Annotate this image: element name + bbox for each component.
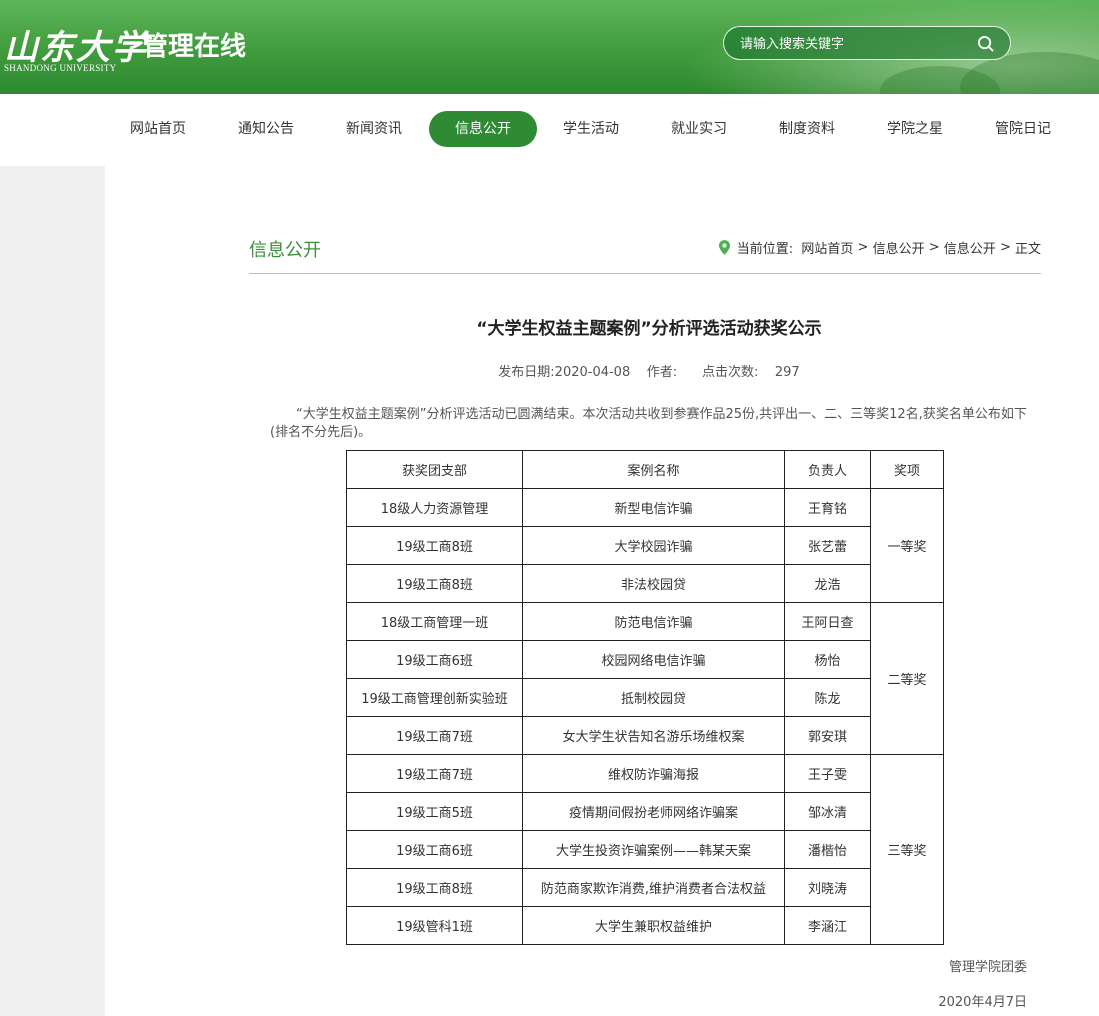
nav-item-employment[interactable]: 就业实习	[645, 111, 753, 147]
awards-table: 获奖团支部 案例名称 负责人 奖项 18级人力资源管理 新型电信诈骗 王育铭 一…	[346, 450, 944, 945]
breadcrumb-separator: >	[928, 240, 940, 255]
breadcrumb-home[interactable]: 网站首页	[801, 238, 853, 257]
table-cell-branch: 18级工商管理一班	[346, 602, 523, 641]
nav-item-diary[interactable]: 管院日记	[969, 111, 1077, 147]
table-row: 19级工商7班 女大学生状告知名游乐场维权案 郭安琪	[346, 716, 944, 755]
university-logo-english: SHANDONG UNIVERSITY	[4, 63, 117, 73]
author-label: 作者:	[646, 365, 678, 380]
breadcrumb-current: 正文	[1014, 242, 1041, 257]
table-row: 19级工商8班 大学校园诈骗 张艺蕾	[346, 526, 944, 565]
table-cell-leader: 龙浩	[784, 564, 871, 603]
breadcrumb-label: 当前位置:	[736, 242, 794, 257]
table-cell-leader: 郭安琪	[784, 716, 871, 755]
breadcrumb-info-disclosure-sub[interactable]: 信息公开	[944, 238, 996, 257]
search-box	[723, 26, 1011, 60]
table-cell-leader: 王阿日查	[784, 602, 871, 641]
table-header-row: 获奖团支部 案例名称 负责人 奖项	[346, 450, 944, 489]
table-cell-case: 新型电信诈骗	[522, 488, 785, 527]
table-cell-branch: 19级管科1班	[346, 906, 523, 945]
publish-date-label: 发布日期:	[498, 365, 555, 380]
table-cell-branch: 19级工商管理创新实验班	[346, 678, 523, 717]
table-row: 18级工商管理一班 防范电信诈骗 王阿日查 二等奖	[346, 602, 944, 755]
article-intro: “大学生权益主题案例”分析评选活动已圆满结束。本次活动共收到参赛作品25份,共评…	[270, 407, 1027, 440]
table-cell-case: 防范商家欺诈消费,维护消费者合法权益	[522, 868, 785, 907]
table-row: 19级工商管理创新实验班 抵制校园贷 陈龙	[346, 678, 944, 717]
table-cell-leader: 张艺蕾	[784, 526, 871, 565]
nav-item-regulations[interactable]: 制度资料	[753, 111, 861, 147]
article-title: “大学生权益主题案例”分析评选活动获奖公示	[476, 319, 822, 339]
table-row: 19级工商7班 维权防诈骗海报 王子雯 三等奖	[346, 754, 944, 945]
table-cell-case: 大学生投资诈骗案例——韩某天案	[522, 830, 785, 869]
table-cell-case: 大学生兼职权益维护	[522, 906, 785, 945]
table-cell-leader: 陈龙	[784, 678, 871, 717]
university-logo[interactable]: 山东大学	[4, 20, 148, 69]
article-sign-date: 2020年4月7日	[938, 995, 1027, 1010]
table-row: 18级人力资源管理 新型电信诈骗 王育铭 一等奖	[346, 488, 944, 603]
search-input[interactable]	[740, 34, 970, 54]
table-row: 19级管科1班 大学生兼职权益维护 李涵江	[346, 906, 944, 945]
breadcrumb-separator: >	[857, 240, 869, 255]
table-cell-case: 抵制校园贷	[522, 678, 785, 717]
table-cell-case: 非法校园贷	[522, 564, 785, 603]
table-cell-leader: 杨怡	[784, 640, 871, 679]
table-cell-award: 二等奖	[870, 602, 944, 755]
table-cell-award: 一等奖	[870, 488, 944, 603]
table-cell-case: 女大学生状告知名游乐场维权案	[522, 716, 785, 755]
table-cell-leader: 王子雯	[784, 754, 871, 793]
nav-item-college-stars[interactable]: 学院之星	[861, 111, 969, 147]
nav-item-home[interactable]: 网站首页	[104, 111, 212, 147]
table-cell-leader: 王育铭	[784, 488, 871, 527]
table-cell-branch: 19级工商8班	[346, 526, 523, 565]
table-row: 19级工商6班 校园网络电信诈骗 杨怡	[346, 640, 944, 679]
site-header: 山东大学 SHANDONG UNIVERSITY 管理在线	[0, 0, 1099, 94]
table-cell-branch: 18级人力资源管理	[346, 488, 523, 527]
publish-date: 2020-04-08	[554, 365, 631, 380]
table-cell-branch: 19级工商6班	[346, 830, 523, 869]
table-cell-branch: 19级工商7班	[346, 754, 523, 793]
column-header: 奖项	[870, 450, 944, 489]
site-title: 管理在线	[142, 32, 247, 62]
article-signature: 管理学院团委	[948, 960, 1027, 975]
table-cell-leader: 刘晓涛	[784, 868, 871, 907]
table-cell-branch: 19级工商8班	[346, 868, 523, 907]
views-count: 297	[774, 365, 800, 380]
table-cell-branch: 19级工商5班	[346, 792, 523, 831]
table-cell-case: 大学校园诈骗	[522, 526, 785, 565]
table-row: 19级工商8班 防范商家欺诈消费,维护消费者合法权益 刘晓涛	[346, 868, 944, 907]
column-header: 负责人	[784, 450, 871, 489]
main-nav: 网站首页 通知公告 新闻资讯 信息公开 学生活动 就业实习 制度资料 学院之星 …	[0, 94, 1099, 166]
table-cell-branch: 19级工商6班	[346, 640, 523, 679]
table-cell-branch: 19级工商7班	[346, 716, 523, 755]
table-row: 19级工商6班 大学生投资诈骗案例——韩某天案 潘楷怡	[346, 830, 944, 869]
table-cell-award: 三等奖	[870, 754, 944, 945]
left-sidebar-band	[0, 166, 105, 1016]
nav-item-info-disclosure[interactable]: 信息公开	[429, 111, 537, 147]
section-divider	[249, 273, 1041, 274]
nav-item-news[interactable]: 新闻资讯	[320, 111, 428, 147]
nav-item-notices[interactable]: 通知公告	[212, 111, 320, 147]
search-icon[interactable]	[977, 35, 994, 52]
location-pin-icon	[718, 240, 730, 255]
column-header: 获奖团支部	[346, 450, 523, 489]
table-cell-case: 疫情期间假扮老师网络诈骗案	[522, 792, 785, 831]
table-cell-leader: 邹冰清	[784, 792, 871, 831]
nav-item-student-activities[interactable]: 学生活动	[537, 111, 645, 147]
views-label: 点击次数:	[701, 365, 759, 380]
table-row: 19级工商8班 非法校园贷 龙浩	[346, 564, 944, 603]
table-row: 19级工商5班 疫情期间假扮老师网络诈骗案 邹冰清	[346, 792, 944, 831]
table-cell-case: 防范电信诈骗	[522, 602, 785, 641]
article-meta: 发布日期:2020-04-08 作者: 点击次数: 297	[249, 361, 1049, 380]
section-title: 信息公开	[249, 240, 321, 261]
breadcrumb-separator: >	[999, 240, 1011, 255]
table-cell-branch: 19级工商8班	[346, 564, 523, 603]
table-cell-case: 校园网络电信诈骗	[522, 640, 785, 679]
table-cell-leader: 潘楷怡	[784, 830, 871, 869]
table-cell-case: 维权防诈骗海报	[522, 754, 785, 793]
column-header: 案例名称	[522, 450, 785, 489]
breadcrumb-info-disclosure[interactable]: 信息公开	[873, 238, 925, 257]
breadcrumb: 当前位置: 网站首页 > 信息公开 > 信息公开 > 正文	[718, 238, 1041, 257]
table-cell-leader: 李涵江	[784, 906, 871, 945]
